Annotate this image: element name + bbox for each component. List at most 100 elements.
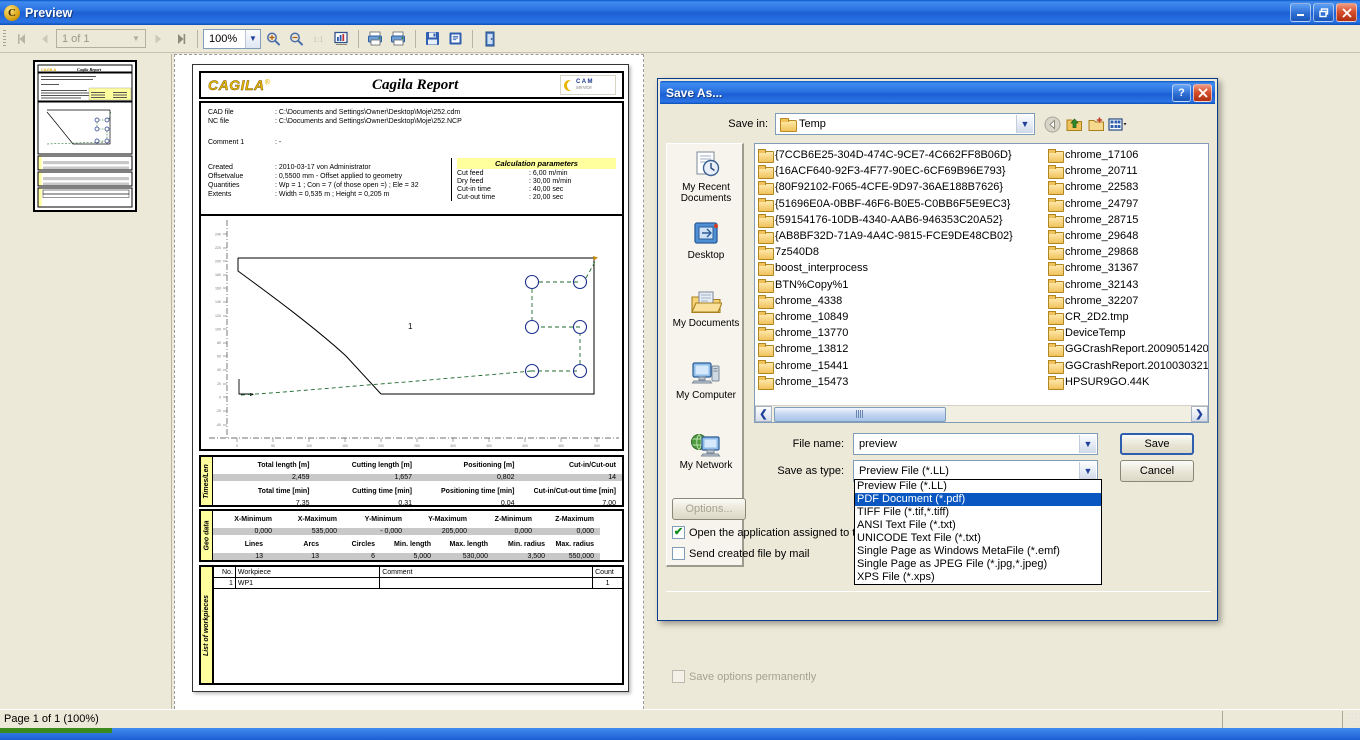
- list-item[interactable]: chrome_32143: [1048, 277, 1208, 293]
- page-indicator-combo[interactable]: 1 of 1 ▼: [56, 29, 146, 48]
- list-item[interactable]: 7z540D8: [758, 244, 1048, 261]
- dropdown-option[interactable]: XPS File (*.xps): [855, 571, 1101, 584]
- scroll-right-icon[interactable]: ❯: [1191, 406, 1208, 422]
- list-item[interactable]: chrome_29648: [1048, 228, 1208, 245]
- list-item[interactable]: BTN%Copy%1: [758, 277, 1048, 293]
- list-item[interactable]: chrome_32207: [1048, 293, 1208, 309]
- send-mail-checkbox-row[interactable]: Send created file by mail: [672, 547, 809, 560]
- column-header: Max. length: [449, 540, 488, 548]
- page-thumbnail[interactable]: CAGILA Cagila Report: [33, 60, 137, 212]
- save-button[interactable]: Save: [1120, 433, 1194, 455]
- horizontal-scrollbar[interactable]: ❮ ❯: [755, 405, 1208, 422]
- views-icon[interactable]: [1107, 113, 1129, 135]
- file-name: chrome_20711: [1065, 165, 1138, 178]
- save-icon[interactable]: [421, 28, 444, 50]
- place-my-documents[interactable]: My Documents: [667, 284, 745, 354]
- list-item[interactable]: chrome_13812: [758, 341, 1048, 358]
- list-item[interactable]: chrome_15473: [758, 374, 1048, 390]
- chevron-down-icon[interactable]: ▼: [1079, 435, 1096, 453]
- file-name-input[interactable]: preview ▼: [853, 433, 1098, 455]
- list-item[interactable]: chrome_4338: [758, 293, 1048, 309]
- list-item[interactable]: chrome_22583: [1048, 179, 1208, 196]
- minimize-button[interactable]: [1290, 3, 1311, 22]
- list-item[interactable]: chrome_29868: [1048, 244, 1208, 261]
- open-app-checkbox-row[interactable]: Open the application assigned to th: [672, 526, 861, 539]
- back-icon[interactable]: [1041, 113, 1063, 135]
- fit-page-icon[interactable]: [330, 28, 353, 50]
- restore-button[interactable]: [1313, 3, 1334, 22]
- dropdown-option[interactable]: UNICODE Text File (*.txt): [855, 532, 1101, 545]
- print-icon[interactable]: [364, 28, 387, 50]
- send-mail-checkbox[interactable]: [672, 547, 685, 560]
- cancel-button[interactable]: Cancel: [1120, 460, 1194, 482]
- dropdown-option[interactable]: Single Page as JPEG File (*.jpg,*.jpeg): [855, 558, 1101, 571]
- scrollbar-thumb[interactable]: [774, 406, 946, 422]
- file-name: chrome_15473: [775, 375, 849, 388]
- first-page-icon[interactable]: [10, 28, 33, 50]
- save-options-checkbox-row[interactable]: Save options permanently: [672, 670, 816, 683]
- save-as-type-dropdown-list[interactable]: Preview File (*.LL) PDF Document (*.pdf)…: [854, 479, 1102, 585]
- calc-label: Cut-out time: [457, 194, 496, 201]
- list-item[interactable]: chrome_17106: [1048, 147, 1208, 164]
- dropdown-option-selected[interactable]: PDF Document (*.pdf): [855, 493, 1101, 506]
- options-button[interactable]: Options...: [672, 498, 746, 520]
- close-button[interactable]: [1336, 3, 1357, 22]
- zoom-in-icon[interactable]: [261, 28, 284, 50]
- export-icon[interactable]: [444, 28, 467, 50]
- list-item[interactable]: HPSUR9GO.44K: [1048, 374, 1208, 390]
- list-item[interactable]: chrome_24797: [1048, 196, 1208, 212]
- list-item[interactable]: chrome_28715: [1048, 212, 1208, 228]
- exit-icon[interactable]: [478, 28, 501, 50]
- workpiece-list-table: List of workpieces No. Workpiece Comment…: [199, 565, 624, 685]
- zoom-combo[interactable]: 100% ▼: [203, 28, 261, 49]
- up-one-level-icon[interactable]: [1063, 113, 1085, 135]
- document-preview-area[interactable]: CAGILA® Cagila Report C A M service CAD …: [174, 54, 644, 714]
- save-in-combo[interactable]: Temp ▼: [775, 113, 1035, 135]
- list-item[interactable]: boost_interprocess: [758, 260, 1048, 277]
- dialog-close-button[interactable]: [1193, 83, 1212, 102]
- place-my-computer[interactable]: My Computer: [667, 354, 745, 424]
- dropdown-option[interactable]: Preview File (*.LL): [855, 480, 1101, 493]
- taskbar-accent: [0, 728, 112, 733]
- svg-text:220: 220: [215, 246, 221, 250]
- toolbar-grip[interactable]: [3, 29, 6, 48]
- list-item[interactable]: GGCrashReport.20090514202: [1048, 341, 1208, 358]
- list-item[interactable]: GGCrashReport.20100303214: [1048, 357, 1208, 374]
- last-page-icon[interactable]: [169, 28, 192, 50]
- list-item[interactable]: chrome_20711: [1048, 163, 1208, 180]
- chevron-down-icon[interactable]: ▼: [128, 31, 144, 46]
- list-item[interactable]: chrome_10849: [758, 309, 1048, 325]
- save-options-checkbox[interactable]: [672, 670, 685, 683]
- place-desktop[interactable]: Desktop: [667, 214, 745, 284]
- chevron-down-icon[interactable]: ▼: [245, 29, 260, 48]
- actual-size-icon[interactable]: 1:1: [307, 28, 330, 50]
- list-item[interactable]: {AB8BF32D-71A9-4A4C-9815-FCE9DE48CB02}: [758, 228, 1048, 245]
- create-new-folder-icon[interactable]: [1085, 113, 1107, 135]
- list-item[interactable]: {16ACF640-92F3-4F77-90EC-6CF69B96E793}: [758, 163, 1048, 180]
- resize-grip[interactable]: [1346, 712, 1360, 726]
- list-item[interactable]: chrome_15441: [758, 357, 1048, 374]
- list-item[interactable]: CR_2D2.tmp: [1048, 309, 1208, 325]
- list-item[interactable]: {59154176-10DB-4340-AAB6-946353C20A52}: [758, 212, 1048, 228]
- list-item[interactable]: {80F92102-F065-4CFE-9D97-36AE188B7626}: [758, 179, 1048, 196]
- file-list[interactable]: {7CCB6E25-304D-474C-9CE7-4C662FF8B06D} {…: [754, 143, 1209, 423]
- zoom-out-icon[interactable]: [284, 28, 307, 50]
- scroll-left-icon[interactable]: ❮: [755, 406, 772, 422]
- previous-page-icon[interactable]: [33, 28, 56, 50]
- column-header: Z-Maximum: [555, 515, 594, 523]
- next-page-icon[interactable]: [146, 28, 169, 50]
- list-item[interactable]: {51696E0A-0BBF-46F6-B0E5-C0BB6F5E9EC3}: [758, 196, 1048, 212]
- dropdown-option[interactable]: Single Page as Windows MetaFile (*.emf): [855, 545, 1101, 558]
- list-item[interactable]: DeviceTemp: [1048, 325, 1208, 342]
- list-item[interactable]: chrome_13770: [758, 325, 1048, 342]
- chevron-down-icon[interactable]: ▼: [1016, 115, 1033, 133]
- list-item[interactable]: chrome_31367: [1048, 260, 1208, 277]
- open-app-checkbox[interactable]: [672, 526, 685, 539]
- help-button[interactable]: ?: [1172, 83, 1191, 102]
- print-setup-icon[interactable]: [387, 28, 410, 50]
- chevron-down-icon[interactable]: ▼: [1079, 462, 1096, 480]
- dropdown-option[interactable]: TIFF File (*.tif,*.tiff): [855, 506, 1101, 519]
- place-my-recent-documents[interactable]: My Recent Documents: [667, 144, 745, 214]
- dropdown-option[interactable]: ANSI Text File (*.txt): [855, 519, 1101, 532]
- list-item[interactable]: {7CCB6E25-304D-474C-9CE7-4C662FF8B06D}: [758, 147, 1048, 164]
